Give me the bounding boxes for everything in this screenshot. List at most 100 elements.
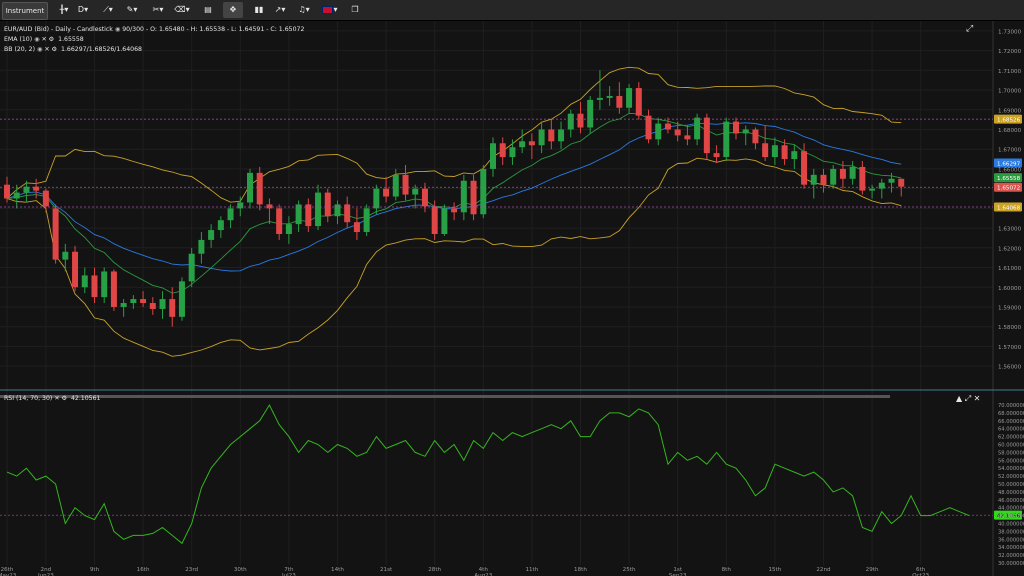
legend-ema-line: EMA (10) ◉ ✕ ⚙ 1.65558 xyxy=(4,36,84,43)
trash-icon[interactable]: ⌫▾ xyxy=(174,0,190,20)
indicators-icon[interactable]: ▮▮ xyxy=(252,0,266,20)
close-icon[interactable]: ✕ xyxy=(42,36,47,43)
candle-body xyxy=(188,253,195,282)
pane-controls: ▲ ⤢ ✕ xyxy=(956,394,980,404)
y-tick-label: 1.72000 xyxy=(998,49,1022,55)
candle-body xyxy=(421,188,428,207)
period-select[interactable]: D▾ xyxy=(76,0,90,20)
y-tick-label: 1.61000 xyxy=(998,266,1022,272)
candle-body xyxy=(470,180,477,215)
legend-instrument: EUR/AUD (Bid) - Daily - Candlestick xyxy=(4,26,113,33)
candle-body xyxy=(567,113,574,130)
legend-ema-value: 1.65558 xyxy=(58,36,84,43)
close-icon[interactable]: ✕ xyxy=(54,395,59,402)
y-tick-label: 1.56000 xyxy=(998,365,1022,371)
gear-icon[interactable]: ⚙ xyxy=(52,46,58,53)
legend-bb-label: BB (20, 2) xyxy=(4,46,36,53)
candle-type-icon[interactable]: ╫▾ xyxy=(56,0,72,20)
y-tick-label: 1.59000 xyxy=(998,305,1022,311)
rsi-tick-label: 70.000000 xyxy=(998,403,1024,409)
period-label: D xyxy=(77,5,85,14)
candle-body xyxy=(587,99,594,128)
candle-body xyxy=(72,251,79,288)
candle-body xyxy=(538,129,545,146)
candle-body xyxy=(324,192,331,217)
close-icon[interactable]: ✕ xyxy=(44,46,49,53)
candle-body xyxy=(791,151,798,160)
instrument-select[interactable]: Instrument ▾ xyxy=(2,2,48,31)
candle-body xyxy=(392,174,399,197)
candle-body xyxy=(499,143,506,158)
language-flag-icon[interactable]: ▾ xyxy=(320,0,340,20)
candle-body xyxy=(140,299,147,304)
rsi-tick-label: 68.000000 xyxy=(998,411,1024,417)
x-tick-label: 28th xyxy=(428,567,441,573)
rsi-tick-label: 46.000000 xyxy=(998,498,1024,504)
maximize-pane-icon[interactable]: ⤢ xyxy=(966,24,973,34)
x-tick-label: 30th xyxy=(234,567,247,573)
candle-body xyxy=(664,123,671,130)
candle-body xyxy=(266,204,273,209)
move-up-icon[interactable]: ▲ xyxy=(956,394,962,403)
candle-body xyxy=(451,208,458,213)
candle-body xyxy=(169,299,176,317)
y-tick-label: 1.69000 xyxy=(998,108,1022,114)
candle-body xyxy=(655,123,662,140)
x-tick-label: 21st xyxy=(380,567,393,573)
candle-body xyxy=(820,174,827,185)
rsi-scrollbar xyxy=(0,395,890,398)
layout-icon[interactable]: ▤ xyxy=(201,0,215,20)
candle-body xyxy=(383,188,390,197)
candle-body xyxy=(548,129,555,142)
candle-body xyxy=(315,192,322,227)
maximize-icon[interactable]: ⤢ xyxy=(965,394,971,403)
rsi-tick-label: 36.000000 xyxy=(998,537,1024,543)
y-tick-label: 1.68000 xyxy=(998,128,1022,134)
candle-body xyxy=(460,180,467,213)
popout-icon[interactable]: ❐ xyxy=(348,0,362,20)
rsi-tick-label: 42.000000 xyxy=(998,514,1024,520)
eye-icon[interactable]: ◉ xyxy=(37,46,42,53)
candle-body xyxy=(713,153,720,158)
candle-body xyxy=(305,204,312,227)
candle-body xyxy=(733,121,739,134)
y-tick-label: 1.70000 xyxy=(998,89,1022,95)
x-tick-label: 15th xyxy=(768,567,781,573)
candle-body xyxy=(626,88,633,108)
chart-svg[interactable]: 42.10561 1.73000 1.72000 1.71000 1.70000 1.6… xyxy=(0,21,1024,576)
crosshair-icon[interactable]: ✥ xyxy=(223,2,243,18)
gear-icon[interactable]: ⚙ xyxy=(49,36,55,43)
candle-body xyxy=(703,117,710,154)
candle-body xyxy=(13,192,20,199)
gear-icon[interactable]: ⚙ xyxy=(61,395,67,402)
candle-body xyxy=(606,95,613,98)
candle-body xyxy=(781,145,788,160)
close-icon[interactable]: ✕ xyxy=(974,394,981,403)
candle-body xyxy=(130,299,137,304)
y-tick-label: 1.57000 xyxy=(998,345,1022,351)
candle-body xyxy=(91,275,98,298)
candle-body xyxy=(373,188,380,209)
candle-body xyxy=(295,204,302,225)
pencil-icon[interactable]: ✎▾ xyxy=(124,0,140,20)
legend-instrument-line: EUR/AUD (Bid) - Daily - Candlestick ◉ 90… xyxy=(4,26,304,33)
chart-area[interactable]: 42.10561 1.73000 1.72000 1.71000 1.70000 1.6… xyxy=(0,21,1024,576)
candle-body xyxy=(519,141,526,148)
candle-body xyxy=(878,182,885,189)
rsi-tick-label: 56.000000 xyxy=(998,458,1024,464)
eye-icon[interactable]: ◉ xyxy=(34,36,39,43)
candle-body xyxy=(674,129,681,136)
rsi-tick-label: 50.000000 xyxy=(998,482,1024,488)
price-tag-label: 1.65072 xyxy=(997,186,1020,192)
x-tick-label: 22nd xyxy=(816,567,831,573)
candle-body xyxy=(684,135,691,140)
share-icon[interactable]: ↗▾ xyxy=(272,0,288,20)
y-tick-label: 1.67000 xyxy=(998,148,1022,154)
eye-icon[interactable]: ◉ xyxy=(115,26,120,33)
tools-icon[interactable]: ✂▾ xyxy=(150,0,166,20)
candle-body xyxy=(635,88,642,116)
alert-icon[interactable]: ♫▾ xyxy=(296,0,312,20)
x-tick-label: 8th xyxy=(722,567,732,573)
candle-body xyxy=(4,184,10,199)
line-draw-icon[interactable]: ⟋▾ xyxy=(100,0,116,20)
